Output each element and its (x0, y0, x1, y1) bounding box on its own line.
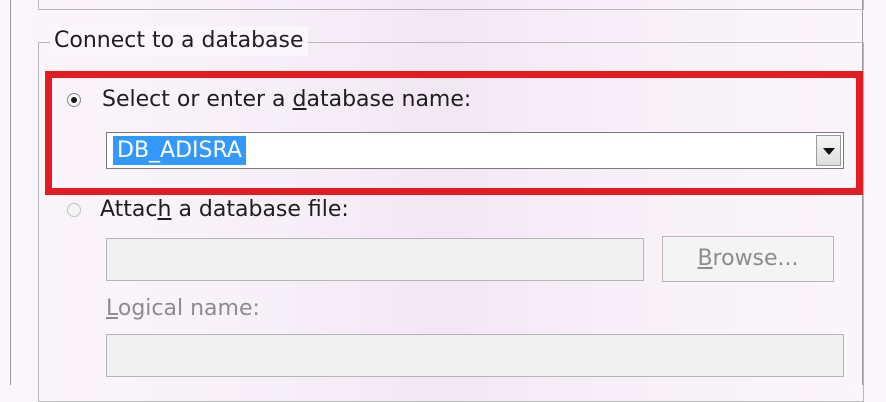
database-name-combo[interactable]: DB_ADISRA (106, 132, 844, 169)
logical-name-label: Logical name: (106, 296, 260, 321)
select-database-label[interactable]: Select or enter a database name: (102, 86, 471, 114)
groupbox-legend: Connect to a database (50, 26, 308, 56)
database-dropdown-button[interactable] (816, 135, 841, 166)
chevron-down-icon (823, 148, 835, 155)
select-database-radio[interactable] (67, 93, 81, 107)
window-left-edge (10, 0, 11, 385)
attach-database-label[interactable]: Attach a database file: (100, 196, 349, 224)
logical-name-input[interactable] (106, 334, 844, 377)
attach-database-radio[interactable] (67, 203, 81, 217)
database-name-value[interactable]: DB_ADISRA (113, 136, 246, 165)
upper-groupbox-edge (38, 0, 864, 10)
radio-selected-dot (71, 97, 77, 103)
attach-file-input[interactable] (106, 238, 644, 281)
browse-button[interactable]: Browse... (662, 236, 834, 282)
